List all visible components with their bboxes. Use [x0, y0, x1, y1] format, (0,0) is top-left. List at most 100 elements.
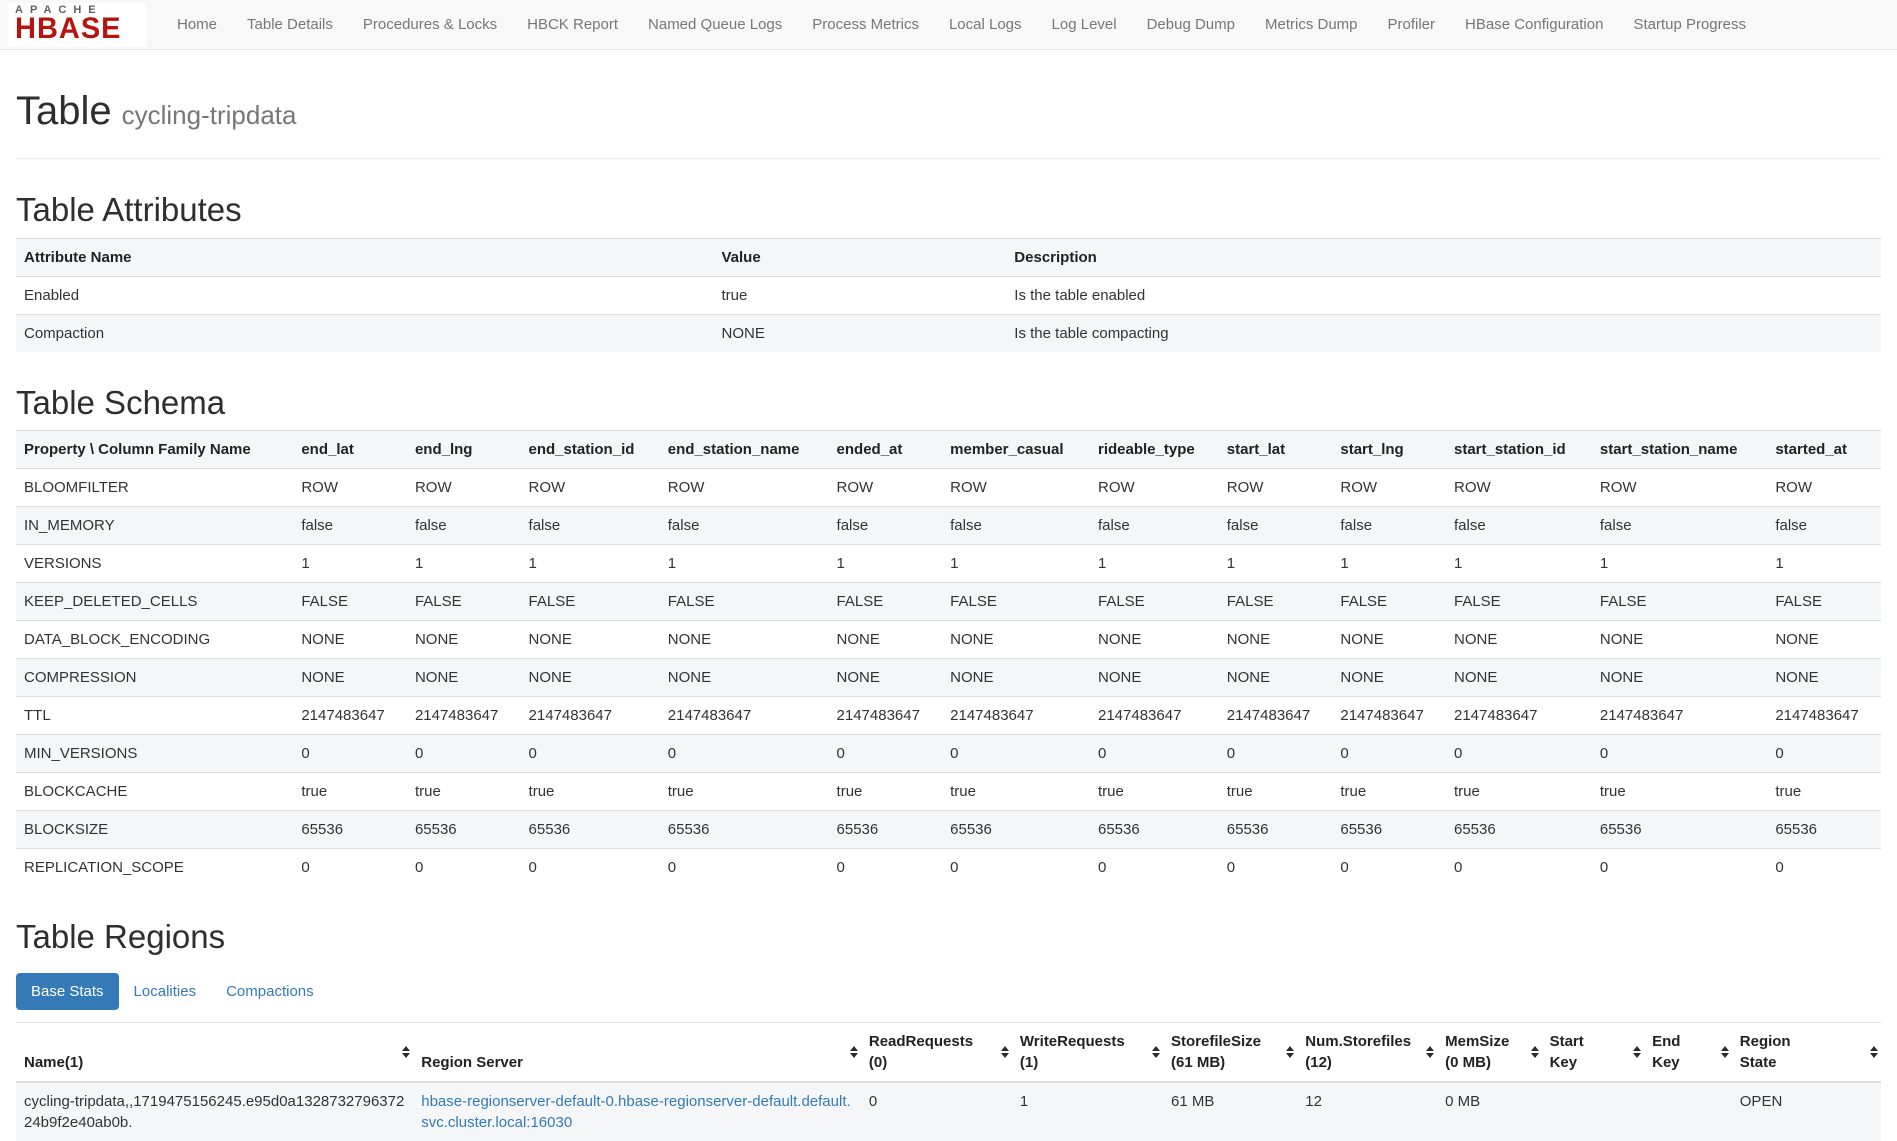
regions-column-region-server[interactable]: Region Server — [413, 1022, 861, 1082]
attributes-header-row: Attribute NameValueDescription — [16, 238, 1881, 276]
schema-value-cell: 65536 — [942, 811, 1090, 849]
schema-column-started-at: started_at — [1767, 431, 1881, 469]
column-label-line: End — [1652, 1031, 1716, 1052]
schema-value-cell: true — [293, 773, 407, 811]
regions-column-readrequests-0[interactable]: ReadRequests(0) — [861, 1022, 1012, 1082]
nav-item-home[interactable]: Home — [162, 0, 232, 50]
schema-value-cell: true — [829, 773, 943, 811]
schema-value-cell: ROW — [660, 469, 829, 507]
tab-base-stats[interactable]: Base Stats — [16, 973, 119, 1010]
schema-column-start-lat: start_lat — [1219, 431, 1333, 469]
attribute-value-cell: NONE — [714, 314, 1007, 352]
schema-value-cell: 2147483647 — [1090, 697, 1219, 735]
schema-value-cell: 2147483647 — [521, 697, 660, 735]
regions-column-end-key[interactable]: EndKey — [1644, 1022, 1732, 1082]
schema-column-end-station-id: end_station_id — [521, 431, 660, 469]
sort-up-arrow — [1721, 1046, 1729, 1051]
attributes-table: Attribute NameValueDescriptionEnabledtru… — [16, 238, 1881, 352]
schema-column-start-station-name: start_station_name — [1592, 431, 1767, 469]
region-num-storefiles-cell: 12 — [1297, 1082, 1437, 1141]
schema-value-cell: true — [942, 773, 1090, 811]
nav-item-named-queue-logs[interactable]: Named Queue Logs — [633, 0, 797, 50]
region-write-requests-cell: 1 — [1012, 1082, 1163, 1141]
nav-item-procedures-locks[interactable]: Procedures & Locks — [348, 0, 512, 50]
schema-value-cell: 2147483647 — [293, 697, 407, 735]
schema-value-cell: 65536 — [1592, 811, 1767, 849]
column-label-line: (1) — [1020, 1052, 1147, 1073]
schema-value-cell: 2147483647 — [829, 697, 943, 735]
schema-property-cell: VERSIONS — [16, 545, 293, 583]
regions-column-name-1[interactable]: Name(1) — [16, 1022, 413, 1082]
regions-column-num-storefiles-12[interactable]: Num.Storefiles(12) — [1297, 1022, 1437, 1082]
schema-row: MIN_VERSIONS000000000000 — [16, 735, 1881, 773]
tab-compactions[interactable]: Compactions — [211, 973, 329, 1010]
schema-value-cell: FALSE — [1592, 583, 1767, 621]
top-navbar: APACHE HBASE HomeTable DetailsProcedures… — [0, 0, 1897, 50]
schema-value-cell: 0 — [521, 735, 660, 773]
nav-item-debug-dump[interactable]: Debug Dump — [1132, 0, 1250, 50]
schema-value-cell: NONE — [829, 621, 943, 659]
schema-column-end-station-name: end_station_name — [660, 431, 829, 469]
schema-value-cell: ROW — [407, 469, 521, 507]
schema-value-cell: NONE — [1592, 659, 1767, 697]
column-label-line: WriteRequests — [1020, 1031, 1147, 1052]
sort-icon — [1001, 1046, 1009, 1058]
page-title-text: Table — [16, 89, 112, 133]
column-label-line: (12) — [1305, 1052, 1421, 1073]
schema-value-cell: ROW — [1332, 469, 1446, 507]
nav-item-table-details[interactable]: Table Details — [232, 0, 348, 50]
nav-item-log-level[interactable]: Log Level — [1037, 0, 1132, 50]
column-label-line: Key — [1550, 1052, 1629, 1073]
schema-row: IN_MEMORYfalsefalsefalsefalsefalsefalsef… — [16, 507, 1881, 545]
schema-value-cell: NONE — [1332, 659, 1446, 697]
hbase-logo[interactable]: APACHE HBASE — [8, 3, 146, 47]
regions-column-start-key[interactable]: StartKey — [1542, 1022, 1645, 1082]
nav-item-local-logs[interactable]: Local Logs — [934, 0, 1037, 50]
schema-value-cell: FALSE — [1219, 583, 1333, 621]
region-start-key-cell — [1542, 1082, 1645, 1141]
schema-property-cell: COMPRESSION — [16, 659, 293, 697]
sort-down-arrow — [1152, 1053, 1160, 1058]
sort-icon — [1531, 1046, 1539, 1058]
schema-value-cell: true — [1767, 773, 1881, 811]
schema-value-cell: NONE — [942, 659, 1090, 697]
regions-heading: Table Regions — [16, 920, 1881, 955]
schema-value-cell: NONE — [1090, 621, 1219, 659]
regions-column-writerequests-1[interactable]: WriteRequests(1) — [1012, 1022, 1163, 1082]
regions-column-region-state[interactable]: RegionState — [1732, 1022, 1881, 1082]
attribute-value-cell: true — [714, 276, 1007, 314]
nav-item-process-metrics[interactable]: Process Metrics — [797, 0, 934, 50]
attribute-description-cell: Is the table compacting — [1006, 314, 1881, 352]
region-row: cycling-tripdata,,1719475156245.e95d0a13… — [16, 1082, 1881, 1141]
schema-value-cell: true — [1446, 773, 1592, 811]
sort-down-arrow — [1426, 1053, 1434, 1058]
sort-icon — [1152, 1046, 1160, 1058]
schema-table: Property \ Column Family Nameend_latend_… — [16, 430, 1881, 886]
nav-item-hbck-report[interactable]: HBCK Report — [512, 0, 633, 50]
schema-value-cell: NONE — [1767, 659, 1881, 697]
page-header: Tablecycling-tripdata — [16, 90, 1881, 159]
regions-column-storefilesize-61-mb[interactable]: StorefileSize(61 MB) — [1163, 1022, 1297, 1082]
tab-localities[interactable]: Localities — [119, 973, 212, 1010]
regions-column-memsize-0-mb[interactable]: MemSize(0 MB) — [1437, 1022, 1541, 1082]
schema-value-cell: false — [1592, 507, 1767, 545]
schema-value-cell: 0 — [1219, 735, 1333, 773]
schema-value-cell: ROW — [1090, 469, 1219, 507]
schema-value-cell: NONE — [293, 621, 407, 659]
schema-value-cell: NONE — [1219, 659, 1333, 697]
schema-value-cell: 0 — [829, 735, 943, 773]
schema-value-cell: NONE — [1446, 659, 1592, 697]
schema-value-cell: 2147483647 — [407, 697, 521, 735]
nav-item-profiler[interactable]: Profiler — [1373, 0, 1451, 50]
schema-value-cell: 65536 — [660, 811, 829, 849]
schema-value-cell: 1 — [1219, 545, 1333, 583]
region-server-link[interactable]: hbase-regionserver-default-0.hbase-regio… — [421, 1093, 850, 1131]
schema-row: VERSIONS111111111111 — [16, 545, 1881, 583]
schema-property-cell: BLOCKCACHE — [16, 773, 293, 811]
schema-value-cell: 0 — [829, 849, 943, 887]
column-label-line: (0) — [869, 1052, 996, 1073]
nav-item-hbase-configuration[interactable]: HBase Configuration — [1450, 0, 1618, 50]
sort-up-arrow — [1426, 1046, 1434, 1051]
nav-item-metrics-dump[interactable]: Metrics Dump — [1250, 0, 1373, 50]
nav-item-startup-progress[interactable]: Startup Progress — [1618, 0, 1761, 50]
